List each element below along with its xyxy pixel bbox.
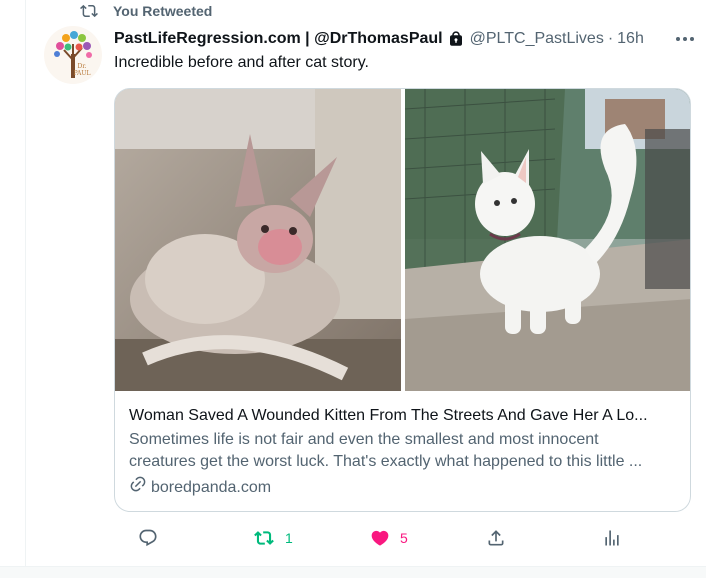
link-icon	[129, 475, 147, 500]
analytics-icon[interactable]	[602, 528, 622, 548]
svg-text:Dr.: Dr.	[78, 63, 87, 70]
card-image-before	[115, 89, 401, 391]
retweet-context-label: You Retweeted	[113, 3, 213, 19]
card-image-after	[405, 89, 690, 391]
tweet[interactable]: You Retweeted Dr. PAUL PastLifeRegressio…	[25, 0, 706, 566]
card-body[interactable]: Woman Saved A Wounded Kitten From The St…	[129, 405, 679, 500]
link-card[interactable]: Woman Saved A Wounded Kitten From The St…	[114, 88, 691, 512]
timeline-divider	[0, 566, 706, 578]
card-description-line-1: Sometimes life is not fair and even the …	[129, 431, 599, 448]
reply-button[interactable]	[138, 524, 158, 552]
heart-icon[interactable]	[370, 528, 390, 548]
like-count: 5	[400, 530, 408, 546]
author-handle[interactable]: @PLTC_PastLives	[470, 30, 604, 48]
tweet-header: PastLifeRegression.com | @DrThomasPaul @…	[114, 28, 694, 50]
retweet-icon	[79, 2, 99, 20]
separator-dot: ·	[607, 30, 614, 47]
card-description: Sometimes life is not fair and even the …	[129, 429, 679, 473]
retweet-count: 1	[285, 530, 293, 546]
card-domain[interactable]: boredpanda.com	[129, 475, 679, 500]
card-description-line-2: creatures get the worst luck. That's exa…	[129, 453, 643, 470]
analytics-button[interactable]	[602, 524, 622, 552]
retweet-context: You Retweeted	[79, 2, 212, 20]
like-button[interactable]: 5	[370, 524, 408, 552]
card-media[interactable]	[115, 89, 690, 391]
retweet-button[interactable]: 1	[253, 524, 293, 552]
action-bar: 1 5	[114, 524, 674, 552]
lock-icon	[447, 30, 465, 48]
tweet-text: Incredible before and after cat story.	[114, 54, 369, 71]
retweet-icon[interactable]	[253, 528, 275, 548]
more-options-icon[interactable]	[674, 30, 696, 48]
author-display-name[interactable]: PastLifeRegression.com | @DrThomasPaul	[114, 30, 443, 48]
card-domain-text[interactable]: boredpanda.com	[151, 477, 271, 499]
avatar[interactable]: Dr. PAUL	[44, 26, 102, 84]
tree-logo-icon: Dr. PAUL	[54, 31, 92, 78]
reply-icon[interactable]	[138, 528, 158, 548]
share-button[interactable]	[486, 524, 506, 552]
svg-text:PAUL: PAUL	[74, 70, 91, 77]
card-title[interactable]: Woman Saved A Wounded Kitten From The St…	[129, 405, 679, 427]
share-icon[interactable]	[486, 528, 506, 548]
tweet-timestamp[interactable]: 16h	[617, 30, 644, 48]
